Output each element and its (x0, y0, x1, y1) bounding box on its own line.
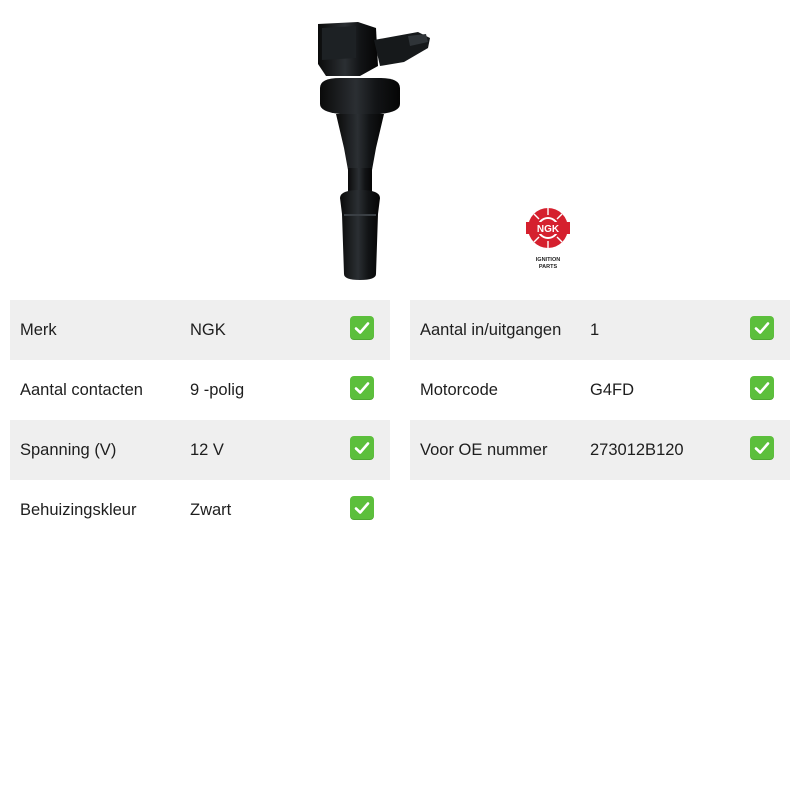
spec-table-left: Merk NGK Aantal contacten 9 -polig Spann… (10, 300, 390, 540)
ngk-logo: NGK IGNITION PARTS (526, 208, 570, 270)
check-mark-icon (350, 316, 374, 340)
check-mark-icon (750, 436, 774, 460)
check-mark-icon (750, 316, 774, 340)
spec-value: 12 V (190, 441, 224, 459)
svg-text:NGK: NGK (537, 224, 560, 235)
check-mark-icon (750, 376, 774, 400)
spec-value: G4FD (590, 381, 635, 399)
spec-label: Voor OE nummer (420, 441, 548, 459)
spec-row-voor-oe-nummer: Voor OE nummer 273012B120 (410, 420, 790, 480)
check-mark-icon (350, 496, 374, 520)
check-mark-icon (350, 436, 374, 460)
spec-row-merk: Merk NGK (10, 300, 390, 360)
spec-label: Aantal contacten (20, 381, 143, 399)
spec-value: 273012B120 (590, 441, 684, 459)
spec-row-aantal-in-uitgangen: Aantal in/uitgangen 1 (410, 300, 790, 360)
svg-text:PARTS: PARTS (539, 264, 558, 270)
spec-value: NGK (190, 321, 226, 339)
svg-text:IGNITION: IGNITION (536, 257, 560, 263)
spec-row-spanning: Spanning (V) 12 V (10, 420, 390, 480)
spec-value: Zwart (190, 501, 232, 519)
spec-label: Merk (20, 321, 57, 339)
spec-table-right: Aantal in/uitgangen 1 Motorcode G4FD Voo… (410, 300, 790, 480)
spec-label: Spanning (V) (20, 441, 117, 459)
spec-label: Behuizingskleur (20, 501, 137, 519)
spec-row-aantal-contacten: Aantal contacten 9 -polig (10, 360, 390, 420)
spec-label: Aantal in/uitgangen (420, 321, 562, 339)
spec-row-behuizingskleur: Behuizingskleur Zwart (10, 480, 390, 540)
ignition-coil-image (318, 22, 430, 280)
spec-value: 1 (590, 321, 600, 339)
spec-row-motorcode: Motorcode G4FD (410, 360, 790, 420)
check-mark-icon (350, 376, 374, 400)
spec-label: Motorcode (420, 381, 498, 399)
spec-value: 9 -polig (190, 381, 245, 399)
